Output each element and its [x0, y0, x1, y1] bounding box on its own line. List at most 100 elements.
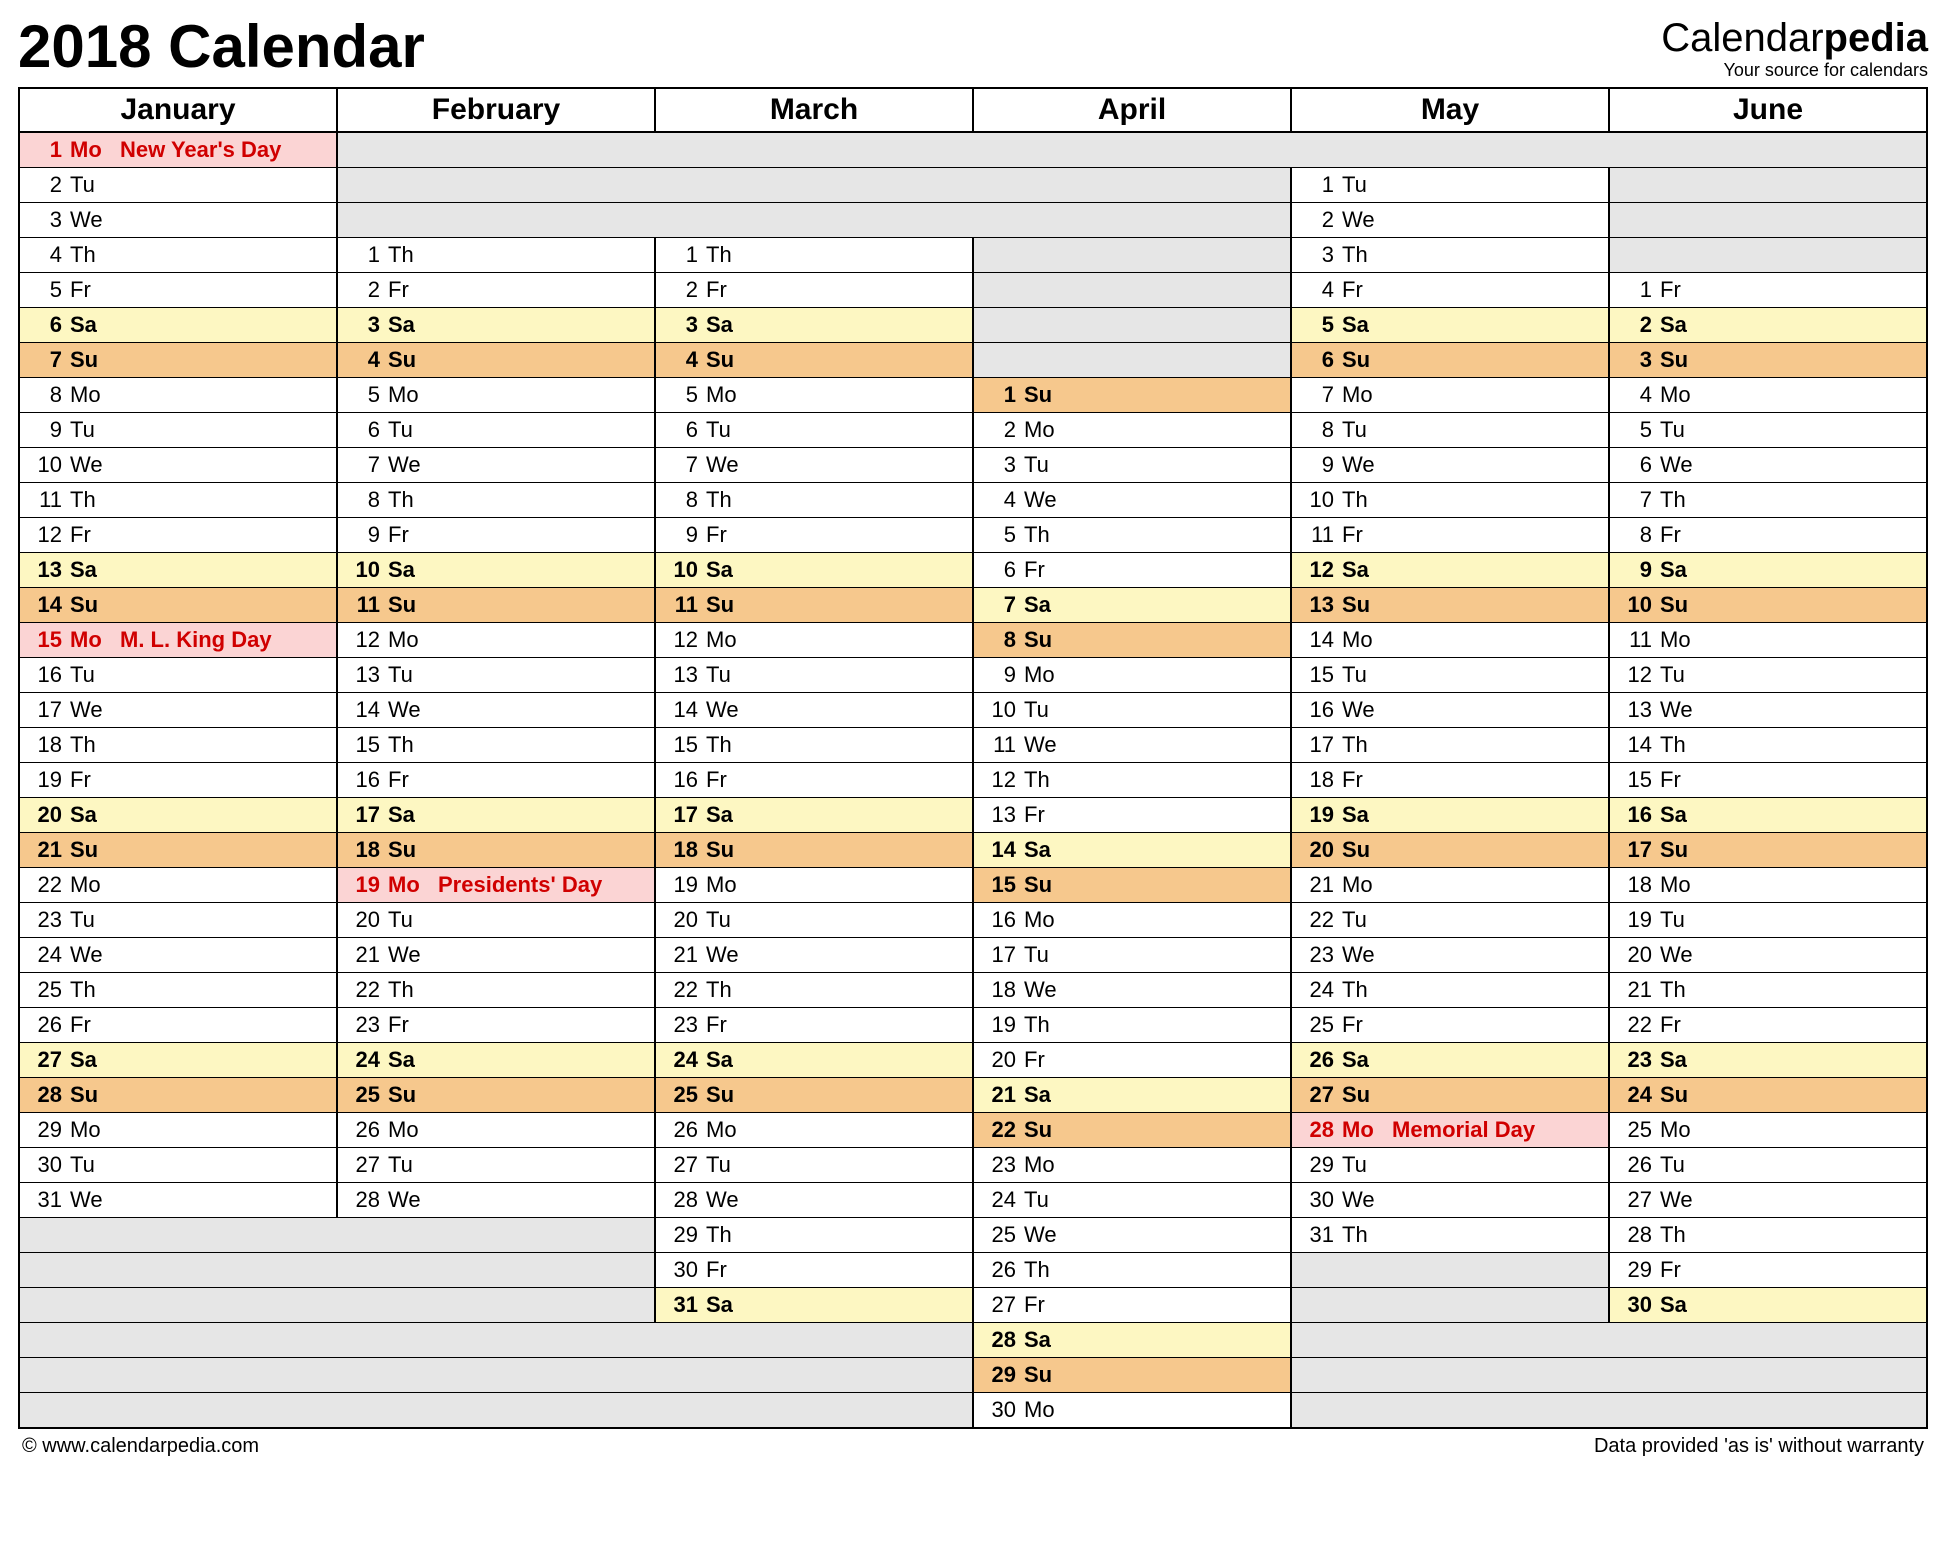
day-number: 3	[346, 308, 380, 342]
day-of-week: Th	[380, 728, 432, 762]
day-cell: 24Sa	[337, 1043, 655, 1078]
day-of-week: We	[380, 693, 432, 727]
day-cell: 2Fr	[655, 273, 973, 308]
day-of-week: Th	[1016, 518, 1068, 552]
day-of-week: Mo	[1652, 378, 1704, 412]
day-number: 14	[28, 588, 62, 622]
day-number: 14	[1618, 728, 1652, 762]
day-of-week: Sa	[1652, 1288, 1704, 1322]
brand-name-plain: Calendar	[1661, 16, 1823, 60]
day-cell: 27Tu	[655, 1148, 973, 1183]
day-number: 3	[1300, 238, 1334, 272]
day-number: 8	[346, 483, 380, 517]
day-number: 18	[982, 973, 1016, 1007]
day-cell: 5Th	[973, 518, 1291, 553]
day-cell: 7Mo	[1291, 378, 1609, 413]
day-number: 23	[664, 1008, 698, 1042]
day-cell: 6Tu	[337, 413, 655, 448]
day-cell: 30Fr	[655, 1253, 973, 1288]
day-number: 25	[28, 973, 62, 1007]
day-of-week: Su	[1334, 343, 1386, 377]
day-cell: 5Mo	[655, 378, 973, 413]
day-cell: 24Th	[1291, 973, 1609, 1008]
day-of-week: We	[62, 448, 114, 482]
day-cell: 3Tu	[973, 448, 1291, 483]
day-number: 28	[1300, 1113, 1334, 1147]
day-number: 13	[1618, 693, 1652, 727]
day-of-week: Mo	[62, 623, 114, 657]
day-of-week: We	[1652, 448, 1704, 482]
empty-cell	[337, 203, 1291, 238]
day-of-week: Sa	[1334, 798, 1386, 832]
day-of-week: Mo	[1652, 623, 1704, 657]
day-number: 21	[664, 938, 698, 972]
day-number: 5	[28, 273, 62, 307]
day-number: 5	[664, 378, 698, 412]
day-of-week: Su	[1334, 833, 1386, 867]
day-of-week: We	[1334, 448, 1386, 482]
day-cell: 4Su	[337, 343, 655, 378]
day-number: 30	[664, 1253, 698, 1287]
day-of-week: Mo	[1016, 1148, 1068, 1182]
day-number: 16	[1618, 798, 1652, 832]
day-number: 4	[982, 483, 1016, 517]
day-number: 30	[1300, 1183, 1334, 1217]
day-cell: 10We	[19, 448, 337, 483]
brand-block: Calendarpedia Your source for calendars	[1661, 18, 1928, 81]
day-of-week: Fr	[1652, 1008, 1704, 1042]
day-cell: 30Mo	[973, 1393, 1291, 1429]
brand-name-bold: pedia	[1824, 16, 1928, 60]
day-number: 15	[1300, 658, 1334, 692]
day-cell: 29Tu	[1291, 1148, 1609, 1183]
day-number: 30	[28, 1148, 62, 1182]
day-cell: 7We	[337, 448, 655, 483]
day-of-week: We	[698, 448, 750, 482]
day-number: 19	[1618, 903, 1652, 937]
day-of-week: Mo	[1334, 623, 1386, 657]
day-of-week: Su	[380, 833, 432, 867]
day-number: 11	[982, 728, 1016, 762]
day-cell: 10Su	[1609, 588, 1927, 623]
day-number: 20	[664, 903, 698, 937]
day-of-week: Mo	[1016, 1393, 1068, 1427]
day-cell: 27Tu	[337, 1148, 655, 1183]
day-cell: 2Mo	[973, 413, 1291, 448]
day-cell: 27Sa	[19, 1043, 337, 1078]
day-cell: 18We	[973, 973, 1291, 1008]
day-of-week: Mo	[1016, 413, 1068, 447]
day-number: 12	[1300, 553, 1334, 587]
day-cell: 25Su	[337, 1078, 655, 1113]
day-cell: 18Su	[655, 833, 973, 868]
day-cell: 16Sa	[1609, 798, 1927, 833]
day-of-week: We	[62, 693, 114, 727]
day-cell: 19Sa	[1291, 798, 1609, 833]
day-of-week: Tu	[380, 413, 432, 447]
day-number: 26	[1618, 1148, 1652, 1182]
day-of-week: Mo	[62, 1113, 114, 1147]
day-cell: 15Su	[973, 868, 1291, 903]
day-number: 21	[1618, 973, 1652, 1007]
day-of-week: We	[62, 203, 114, 237]
day-cell: 9Mo	[973, 658, 1291, 693]
day-of-week: Tu	[1652, 658, 1704, 692]
day-cell: 18Th	[19, 728, 337, 763]
day-cell: 21Mo	[1291, 868, 1609, 903]
day-cell: 12Sa	[1291, 553, 1609, 588]
day-cell: 28Su	[19, 1078, 337, 1113]
day-of-week: Th	[1652, 728, 1704, 762]
day-cell: 11Th	[19, 483, 337, 518]
day-number: 13	[346, 658, 380, 692]
day-of-week: We	[380, 938, 432, 972]
day-number: 11	[664, 588, 698, 622]
day-cell: 5Sa	[1291, 308, 1609, 343]
day-number: 31	[664, 1288, 698, 1322]
day-of-week: We	[1334, 938, 1386, 972]
day-cell: 15MoM. L. King Day	[19, 623, 337, 658]
day-cell: 3Su	[1609, 343, 1927, 378]
day-of-week: We	[698, 1183, 750, 1217]
day-of-week: Su	[698, 343, 750, 377]
day-cell: 19Tu	[1609, 903, 1927, 938]
day-cell: 5Mo	[337, 378, 655, 413]
day-number: 5	[346, 378, 380, 412]
day-of-week: We	[1334, 693, 1386, 727]
